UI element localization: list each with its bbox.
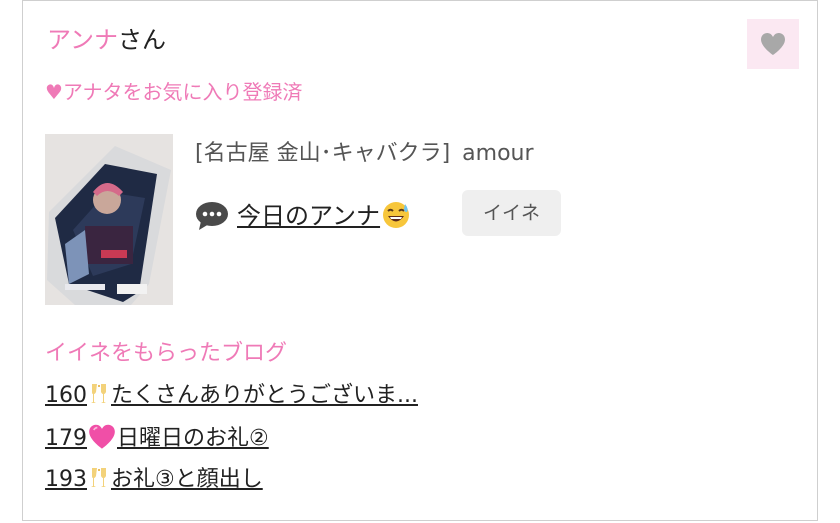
like-count: 179 bbox=[45, 426, 87, 451]
liked-blog-item[interactable]: 193 お礼③と顔出し bbox=[45, 465, 418, 507]
blog-thumbnail[interactable] bbox=[45, 134, 173, 305]
liked-blog-item[interactable]: 160 たくさんありがとうございま... bbox=[45, 381, 418, 423]
latest-blog-title: 今日のアンナ bbox=[237, 202, 381, 230]
favorite-status: ♥アナタをお気に入り登録済 bbox=[45, 80, 303, 104]
champagne-glasses-icon bbox=[91, 468, 106, 487]
liked-blogs-title: イイネをもらったブログ bbox=[45, 341, 288, 366]
like-count: 160 bbox=[45, 383, 87, 408]
like-count: 193 bbox=[45, 467, 87, 492]
liked-blog-title: たくさんありがとうございま... bbox=[111, 383, 418, 408]
liked-blogs-list: 160 たくさんありがとうございま... 179 日曜日のお礼② 193 お礼③… bbox=[45, 381, 418, 507]
shop-area-genre: [名古屋 金山･キャバクラ] bbox=[195, 141, 451, 166]
champagne-glasses-icon bbox=[91, 384, 106, 403]
latest-blog-row: 今日のアンナ bbox=[195, 199, 411, 233]
shop-name[interactable]: amour bbox=[462, 141, 533, 166]
liked-blog-title: 日曜日のお礼② bbox=[117, 426, 269, 451]
honorific: さん bbox=[118, 26, 167, 54]
liked-blog-title: お礼③と顔出し bbox=[111, 467, 263, 492]
thumbnail-photo bbox=[45, 134, 173, 305]
girl-name[interactable]: アンナ bbox=[47, 26, 118, 54]
liked-blog-item[interactable]: 179 日曜日のお礼② bbox=[45, 423, 418, 465]
shop-info: [名古屋 金山･キャバクラ] amour bbox=[195, 139, 534, 169]
favorite-button[interactable] bbox=[747, 19, 799, 69]
heart-icon bbox=[761, 33, 785, 55]
girl-name-row: アンナさん bbox=[47, 25, 166, 55]
latest-blog-link[interactable]: 今日のアンナ bbox=[237, 199, 411, 233]
girl-card: アンナさん ♥アナタをお気に入り登録済 [名古屋 金山･キャバクラ] amour bbox=[22, 0, 818, 521]
speech-bubble-icon bbox=[196, 202, 228, 230]
like-button[interactable]: イイネ bbox=[462, 190, 561, 236]
pink-heart-icon bbox=[89, 424, 115, 449]
sweat-smile-emoji bbox=[383, 202, 410, 228]
